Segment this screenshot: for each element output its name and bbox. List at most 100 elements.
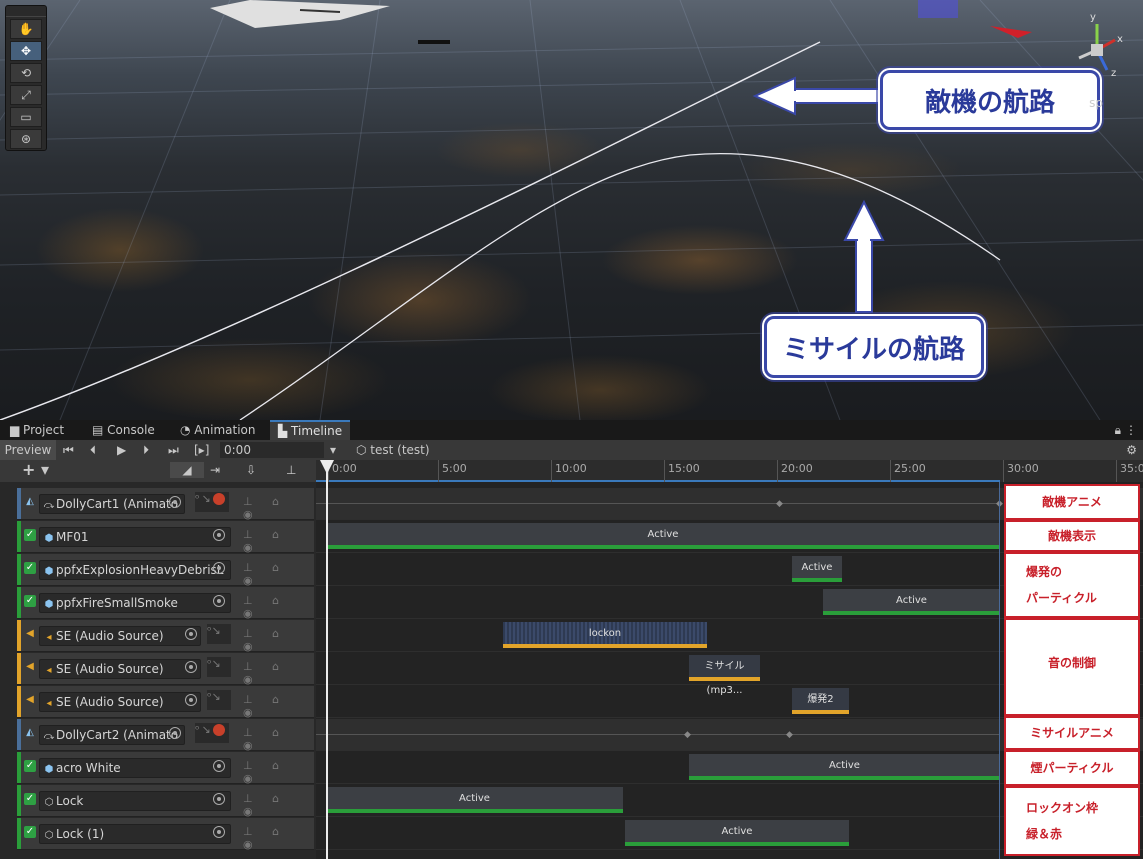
- object-picker-icon[interactable]: [213, 760, 225, 772]
- checkbox-icon[interactable]: ✓: [24, 529, 36, 541]
- track-header[interactable]: ◀ ◂SE (Audio Source) ᵒ↘ ⊥ ⌂ ◉ ⋮: [17, 653, 324, 686]
- track-header[interactable]: ✓ ⬢acro White ⊥ ⌂ ◉ ⋮: [17, 752, 324, 785]
- track-header[interactable]: ✓ ⬡Lock (1) ⊥ ⌂ ◉ ⋮: [17, 818, 324, 851]
- checkbox-icon[interactable]: ✓: [24, 760, 36, 772]
- menu-dots-icon[interactable]: ⋮: [1125, 420, 1137, 440]
- object-picker-icon[interactable]: [213, 529, 225, 541]
- track-object-field[interactable]: ◂ SE (Audio Source): [39, 626, 201, 646]
- pin-icon[interactable]: ⊥: [286, 460, 296, 480]
- scale-icon[interactable]: ⤢: [10, 85, 42, 105]
- audio-clip[interactable]: lockon: [503, 622, 707, 648]
- activation-clip[interactable]: Active: [792, 556, 842, 582]
- time-format-dropdown-icon[interactable]: ▾: [330, 440, 336, 460]
- object-picker-icon[interactable]: [169, 727, 181, 739]
- checkbox-icon[interactable]: ✓: [24, 562, 36, 574]
- track-object-field[interactable]: ⬡ Lock (1): [39, 824, 231, 844]
- preview-button[interactable]: Preview: [0, 440, 56, 460]
- go-to-end-icon[interactable]: ⏭: [168, 440, 179, 460]
- playhead-handle[interactable]: [320, 460, 334, 474]
- track-object-field[interactable]: ⬢ ppfxExplosionHeavyDebrisL: [39, 560, 231, 580]
- palette-grip[interactable]: [6, 6, 46, 17]
- activation-clip[interactable]: Active: [823, 589, 1000, 615]
- object-picker-icon[interactable]: [213, 826, 225, 838]
- record-button[interactable]: ᵒ↘: [195, 723, 229, 743]
- track-state-icons[interactable]: ⊥ ⌂ ◉: [243, 693, 314, 719]
- track-header[interactable]: ✓ ⬡Lock ⊥ ⌂ ◉ ⋮: [17, 785, 324, 818]
- transform-icon[interactable]: ⊛: [10, 129, 42, 149]
- tab-timeline[interactable]: ▙ Timeline: [270, 420, 351, 442]
- track-state-icons[interactable]: ⊥ ⌂ ◉: [243, 759, 314, 785]
- object-picker-icon[interactable]: [185, 628, 197, 640]
- asset-breadcrumb[interactable]: ⬡ test (test): [356, 440, 430, 460]
- track-object-field[interactable]: ⬡ Lock: [39, 791, 231, 811]
- object-picker-icon[interactable]: [213, 793, 225, 805]
- curves-button[interactable]: ᵒ↘: [207, 657, 231, 677]
- checkbox-icon[interactable]: ✓: [24, 793, 36, 805]
- previous-frame-icon[interactable]: ⏴: [90, 440, 96, 460]
- next-frame-icon[interactable]: ⏵: [143, 440, 149, 460]
- play-range-icon[interactable]: [▸]: [194, 440, 209, 460]
- track-header[interactable]: ✓ ⬢ppfxExplosionHeavyDebrisL ⊥ ⌂ ◉ ⋮: [17, 554, 324, 587]
- object-picker-icon[interactable]: [185, 661, 197, 673]
- track-object-field[interactable]: ⬢ ppfxFireSmallSmoke: [39, 593, 231, 613]
- activation-clip[interactable]: Active: [625, 820, 849, 846]
- track-state-icons[interactable]: ⊥ ⌂ ◉: [243, 792, 314, 818]
- track-header[interactable]: ✓ ⬢ppfxFireSmallSmoke ⊥ ⌂ ◉ ⋮: [17, 587, 324, 620]
- track-state-icons[interactable]: ⊥ ⌂ ◉: [243, 495, 314, 521]
- clip-edit-mode-icon[interactable]: ◢: [170, 462, 204, 478]
- aircraft-object[interactable]: [210, 0, 390, 28]
- curves-button[interactable]: ᵒ↘: [207, 690, 231, 710]
- track-header[interactable]: ◀ ◂SE (Audio Source) ᵒ↘ ⊥ ⌂ ◉ ⋮: [17, 686, 324, 719]
- object-picker-icon[interactable]: [169, 496, 181, 508]
- track-object-field[interactable]: ⬢ acro White: [39, 758, 231, 778]
- tab-project[interactable]: ▆ Project: [2, 420, 72, 440]
- track-state-icons[interactable]: ⊥ ⌂ ◉: [243, 627, 314, 653]
- add-track-button[interactable]: + ▾: [22, 460, 49, 480]
- scene-view[interactable]: ✋ ✥ ⟲ ⤢ ▭ ⊛ 敵機の航路 ミサイルの航路 y x z sp: [0, 0, 1143, 420]
- audio-clip[interactable]: 爆発2: [792, 688, 849, 714]
- hand-icon[interactable]: ✋: [10, 19, 42, 39]
- checkbox-icon[interactable]: ✓: [24, 595, 36, 607]
- tab-console[interactable]: ▤ Console: [84, 420, 163, 440]
- time-ruler[interactable]: 0:00 5:00 10:00 15:00 20:00 25:00 30:00 …: [316, 460, 1143, 483]
- track-state-icons[interactable]: ⊥ ⌂ ◉: [243, 561, 314, 587]
- tab-animation[interactable]: ◔ Animation: [172, 420, 263, 440]
- rect-icon[interactable]: ▭: [10, 107, 42, 127]
- object-picker-icon[interactable]: [185, 694, 197, 706]
- track-header[interactable]: ✓ ⬢MF01 ⊥ ⌂ ◉ ⋮: [17, 521, 324, 554]
- orientation-gizmo[interactable]: y x z: [1067, 10, 1127, 80]
- mix-mode-icon[interactable]: ⇥: [210, 460, 220, 480]
- ripple-mode-icon[interactable]: ⇩: [246, 460, 256, 480]
- track-state-icons[interactable]: ⊥ ⌂ ◉: [243, 594, 314, 620]
- projection-label[interactable]: sp: [1089, 96, 1103, 110]
- curves-button[interactable]: ᵒ↘: [207, 624, 231, 644]
- play-icon[interactable]: ▶: [117, 440, 126, 460]
- record-button[interactable]: ᵒ↘: [195, 492, 229, 512]
- keyframe-icon[interactable]: ◆: [684, 730, 691, 740]
- audio-clip[interactable]: ミサイル (mp3...: [689, 655, 760, 696]
- track-state-icons[interactable]: ⊥ ⌂ ◉: [243, 726, 314, 752]
- gear-icon[interactable]: ⚙: [1126, 440, 1137, 460]
- keyframe-icon[interactable]: ◆: [776, 499, 783, 509]
- track-object-field[interactable]: ⤼ DollyCart1 (Animato: [39, 494, 185, 514]
- track-object-field[interactable]: ◂ SE (Audio Source): [39, 692, 201, 712]
- rotate-icon[interactable]: ⟲: [10, 63, 42, 83]
- checkbox-icon[interactable]: ✓: [24, 826, 36, 838]
- track-object-field[interactable]: ◂ SE (Audio Source): [39, 659, 201, 679]
- time-field[interactable]: 0:00: [220, 442, 324, 458]
- track-header[interactable]: ◭ ⤼DollyCart1 (Animato ᵒ↘ ⊥ ⌂ ◉ ⋮: [17, 488, 324, 521]
- track-state-icons[interactable]: ⊥ ⌂ ◉: [243, 825, 314, 851]
- activation-clip[interactable]: Active: [326, 523, 1000, 549]
- track-state-icons[interactable]: ⊥ ⌂ ◉: [243, 528, 314, 554]
- track-header[interactable]: ◭ ⤼DollyCart2 (Animato ᵒ↘ ⊥ ⌂ ◉ ⋮: [17, 719, 324, 752]
- missile-object[interactable]: [418, 40, 450, 44]
- track-state-icons[interactable]: ⊥ ⌂ ◉: [243, 660, 314, 686]
- activation-clip[interactable]: Active: [689, 754, 1000, 780]
- track-object-field[interactable]: ⬢ MF01: [39, 527, 231, 547]
- track-header[interactable]: ◀ ◂SE (Audio Source) ᵒ↘ ⊥ ⌂ ◉ ⋮: [17, 620, 324, 653]
- track-object-field[interactable]: ⤼ DollyCart2 (Animato: [39, 725, 185, 745]
- object-picker-icon[interactable]: [213, 562, 225, 574]
- object-picker-icon[interactable]: [213, 595, 225, 607]
- activation-clip[interactable]: Active: [326, 787, 623, 813]
- lock-icon[interactable]: 🔒︎: [1115, 420, 1121, 440]
